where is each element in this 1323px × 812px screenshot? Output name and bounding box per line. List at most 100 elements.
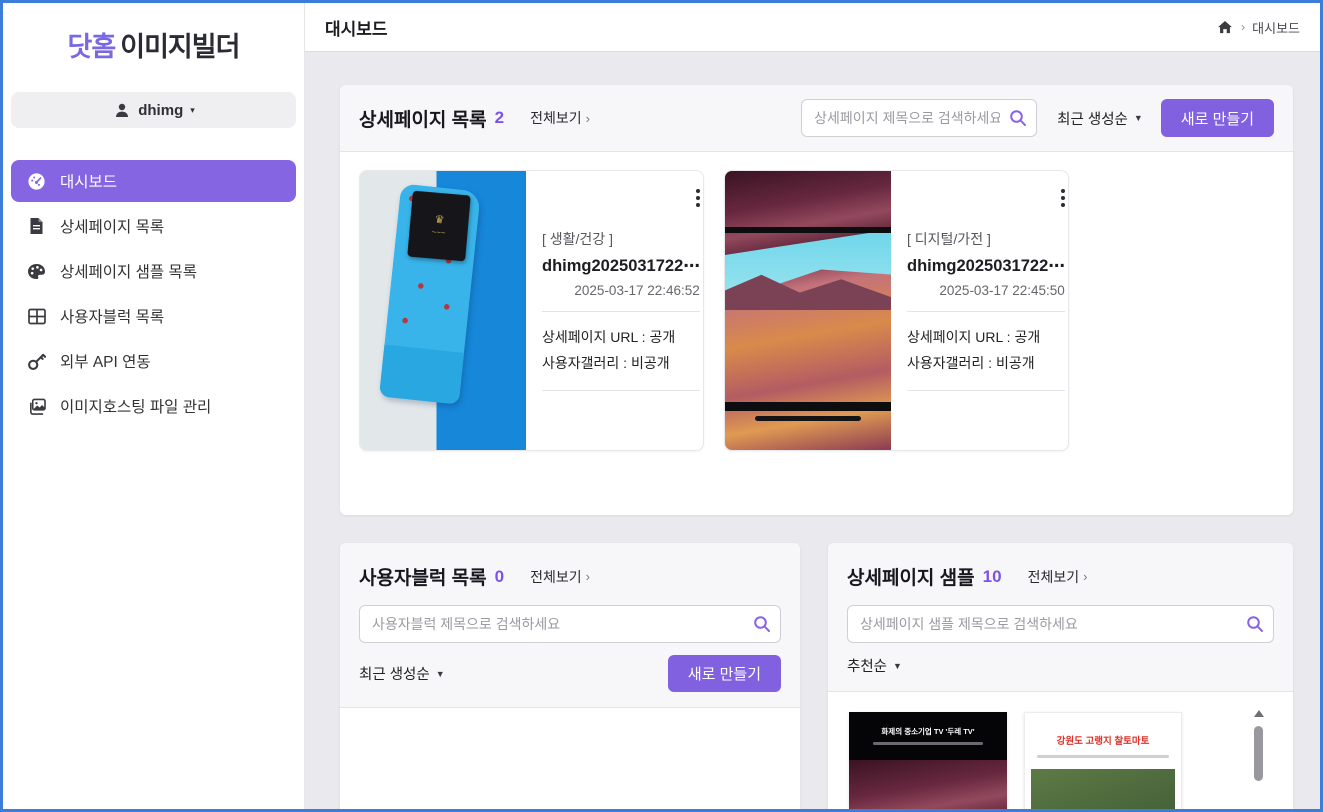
view-all-label: 전체보기 <box>530 108 582 128</box>
sidebar-item-image-hosting[interactable]: 이미지호스팅 파일 관리 <box>11 385 296 427</box>
sort-dropdown[interactable]: 최근 생성순 ▼ <box>359 663 445 684</box>
sort-dropdown[interactable]: 추천순 ▼ <box>847 655 902 676</box>
sample-thumbnail-tv[interactable]: 화제의 중소기업 TV '두레 TV' <box>849 712 1007 809</box>
samples-header: 상세페이지 샘플 10 전체보기 › <box>828 543 1293 691</box>
samples-search <box>847 605 1274 643</box>
detail-pages-list: ♛ ~~~ [ 생활/건강 ] dhimg2025031722⋯ 2025-03… <box>340 152 1293 515</box>
divider <box>542 311 700 312</box>
samples-scrollbar <box>1253 710 1264 781</box>
images-icon <box>27 397 46 416</box>
sidebar-item-label: 상세페이지 목록 <box>60 215 164 237</box>
item-gallery-status: 사용자갤러리 : 비공개 <box>907 351 1065 377</box>
top-header: 대시보드 › 대시보드 <box>305 3 1320 52</box>
item-thumbnail-canyon-tv[interactable] <box>725 171 891 450</box>
sort-label: 최근 생성순 <box>359 663 430 684</box>
section-title: 사용자블럭 목록 <box>359 563 487 590</box>
sock-brand-script: ~~~ <box>431 227 446 237</box>
chevron-down-icon: ▾ <box>190 105 195 116</box>
item-datetime: 2025-03-17 22:45:50 <box>907 283 1065 298</box>
sidebar-menu: 대시보드 상세페이지 목록 상세페이지 샘플 목록 사용자블럭 목록 <box>3 160 304 427</box>
create-new-button[interactable]: 새로 만들기 <box>668 655 781 692</box>
item-info: [ 생활/건강 ] dhimg2025031722⋯ 2025-03-17 22… <box>526 171 704 450</box>
search-icon[interactable] <box>1009 109 1027 127</box>
search-icon[interactable] <box>753 615 771 633</box>
sidebar-item-label: 사용자블럭 목록 <box>60 305 164 327</box>
sidebar: 닷홈이미지빌더 dhimg ▾ 대시보드 상세페이지 목록 <box>3 3 305 809</box>
divider <box>907 311 1065 312</box>
sidebar-item-external-api[interactable]: 외부 API 연동 <box>11 340 296 382</box>
sidebar-item-label: 상세페이지 샘플 목록 <box>60 260 197 282</box>
sample-subtext-placeholder <box>873 742 984 745</box>
palette-icon <box>27 262 46 281</box>
person-icon <box>112 101 131 120</box>
search-input[interactable] <box>801 99 1037 137</box>
caret-down-icon: ▼ <box>893 661 902 671</box>
scrollbar-thumb[interactable] <box>1254 726 1263 781</box>
chevron-right-icon: › <box>586 569 590 584</box>
create-new-button[interactable]: 새로 만들기 <box>1161 99 1274 137</box>
search-input[interactable] <box>847 605 1274 643</box>
sidebar-item-label: 대시보드 <box>60 170 117 192</box>
key-icon <box>27 352 46 371</box>
item-info: [ 디지털/가전 ] dhimg2025031722⋯ 2025-03-17 2… <box>891 171 1069 450</box>
sort-dropdown[interactable]: 최근 생성순 ▼ <box>1057 108 1143 129</box>
sidebar-item-user-blocks[interactable]: 사용자블럭 목록 <box>11 295 296 337</box>
main-area: 대시보드 › 대시보드 상세페이지 목록 2 전체보기 › <box>305 3 1320 809</box>
divider <box>907 390 1065 391</box>
sidebar-item-sample-pages[interactable]: 상세페이지 샘플 목록 <box>11 250 296 292</box>
sample-image-canyon <box>849 760 1007 809</box>
item-datetime: 2025-03-17 22:46:52 <box>542 283 700 298</box>
sidebar-item-label: 이미지호스팅 파일 관리 <box>60 395 211 417</box>
home-icon[interactable] <box>1215 18 1234 37</box>
sidebar-item-detail-pages[interactable]: 상세페이지 목록 <box>11 205 296 247</box>
item-url-status: 상세페이지 URL : 공개 <box>907 325 1065 351</box>
item-thumbnail-socks[interactable]: ♛ ~~~ <box>360 171 526 450</box>
user-name: dhimg <box>138 102 183 119</box>
detail-page-item[interactable]: ♛ ~~~ [ 생활/건강 ] dhimg2025031722⋯ 2025-03… <box>359 170 704 451</box>
crown-icon: ♛ <box>434 215 445 227</box>
content-area: 상세페이지 목록 2 전체보기 › 최근 생성순 ▼ <box>305 52 1320 809</box>
document-icon <box>27 217 46 236</box>
divider <box>542 390 700 391</box>
section-title: 상세페이지 목록 <box>359 105 487 132</box>
sample-subtext-placeholder <box>1037 755 1168 758</box>
tv-stand-graphic <box>755 416 861 421</box>
user-dropdown[interactable]: dhimg ▾ <box>11 92 296 128</box>
tv-bezel-graphic <box>725 402 891 411</box>
search-input[interactable] <box>359 605 781 643</box>
sample-thumbnail-tomato[interactable]: 강원도 고랭지 찰토마토 <box>1024 712 1182 809</box>
samples-list: 화제의 중소기업 TV '두레 TV' 강원도 고랭지 찰토마토 <box>828 691 1293 809</box>
item-url-status: 상세페이지 URL : 공개 <box>542 325 700 351</box>
breadcrumb: › 대시보드 <box>1215 18 1300 37</box>
view-all-link[interactable]: 전체보기 › <box>1028 567 1088 587</box>
view-all-link[interactable]: 전체보기 › <box>530 567 590 587</box>
item-gallery-status: 사용자갤러리 : 비공개 <box>542 351 700 377</box>
sidebar-item-dashboard[interactable]: 대시보드 <box>11 160 296 202</box>
page-title: 대시보드 <box>325 15 388 40</box>
sample-title: 강원도 고랭지 찰토마토 <box>1025 733 1181 747</box>
sort-label: 최근 생성순 <box>1057 108 1128 129</box>
samples-card: 상세페이지 샘플 10 전체보기 › <box>828 543 1293 809</box>
section-count: 0 <box>495 567 504 587</box>
view-all-link[interactable]: 전체보기 › <box>530 108 590 128</box>
logo-text-dothome: 닷홈 <box>68 32 116 62</box>
kebab-menu-icon[interactable] <box>694 187 702 209</box>
item-title: dhimg2025031722⋯ <box>907 256 1065 276</box>
caret-down-icon: ▼ <box>1134 113 1143 123</box>
section-title: 상세페이지 샘플 <box>847 563 975 590</box>
search-icon[interactable] <box>1246 615 1264 633</box>
breadcrumb-current: 대시보드 <box>1252 18 1300 37</box>
sample-image-tomatoes <box>1031 769 1175 809</box>
view-all-label: 전체보기 <box>530 567 582 587</box>
user-blocks-list-empty <box>340 707 800 809</box>
item-title: dhimg2025031722⋯ <box>542 256 700 276</box>
scroll-up-arrow[interactable] <box>1254 710 1264 717</box>
user-blocks-search <box>359 605 781 643</box>
app-logo[interactable]: 닷홈이미지빌더 <box>3 25 304 64</box>
user-blocks-header: 사용자블럭 목록 0 전체보기 › <box>340 543 800 707</box>
kebab-menu-icon[interactable] <box>1059 187 1067 209</box>
item-category: [ 디지털/가전 ] <box>907 229 1065 249</box>
sock-label-graphic: ♛ ~~~ <box>407 191 471 262</box>
detail-page-item[interactable]: [ 디지털/가전 ] dhimg2025031722⋯ 2025-03-17 2… <box>724 170 1069 451</box>
dashboard-icon <box>27 172 46 191</box>
